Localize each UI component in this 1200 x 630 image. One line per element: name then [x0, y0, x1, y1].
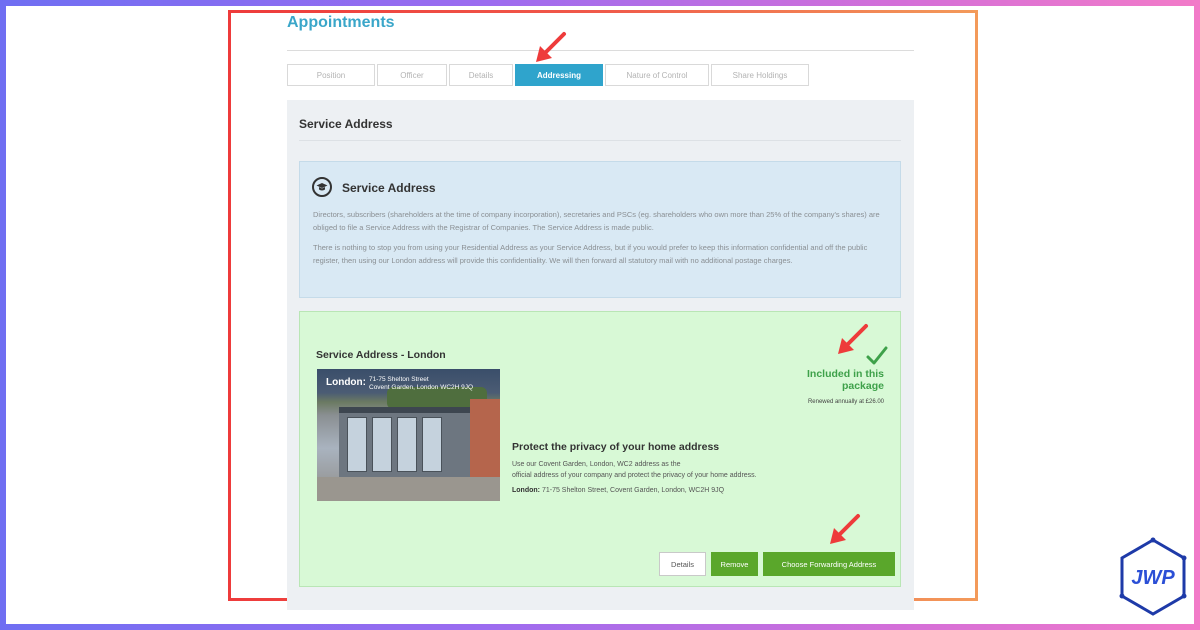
tab-addressing[interactable]: Addressing [515, 64, 603, 86]
protect-privacy-text: Use our Covent Garden, London, WC2 addre… [512, 459, 842, 481]
photo-address-line-2: Covent Garden, London WC2H 9JQ [369, 384, 474, 391]
photo-address-line-1: 71-75 Shelton Street [369, 376, 429, 383]
annotation-arrow-icon [838, 324, 868, 354]
annotation-arrow-icon [536, 32, 566, 62]
section-divider [299, 140, 901, 141]
tab-details[interactable]: Details [449, 64, 513, 86]
renewal-price: Renewed annually at £26.00 [807, 399, 884, 405]
tab-position[interactable]: Position [287, 64, 375, 86]
page-title: Appointments [287, 14, 395, 31]
photo-window [422, 417, 442, 472]
protect-text-line-1: Use our Covent Garden, London, WC2 addre… [512, 461, 681, 468]
photo-address: 71-75 Shelton Street Covent Garden, Lond… [369, 376, 473, 392]
info-box-title: Service Address [342, 181, 436, 195]
action-buttons: Details Remove Choose Forwarding Address [654, 552, 895, 576]
protect-text-line-2: official address of your company and pro… [512, 472, 757, 479]
appointments-app: Appointments Position Officer Details Ad… [287, 0, 914, 630]
title-divider [287, 50, 914, 51]
address-value: 71-75 Shelton Street, Covent Garden, Lon… [541, 487, 725, 494]
service-address-info-box: Service Address Directors, subscribers (… [299, 161, 901, 298]
tab-officer[interactable]: Officer [377, 64, 447, 86]
remove-button[interactable]: Remove [711, 552, 758, 576]
address-label: London: [512, 487, 540, 494]
photo-window [397, 417, 417, 472]
graduation-cap-icon [312, 177, 332, 197]
info-paragraph-2: There is nothing to stop you from using … [313, 243, 868, 265]
protect-privacy-heading: Protect the privacy of your home address [512, 441, 720, 453]
annotation-arrow-icon [830, 514, 860, 544]
service-address-london-card: Service Address - London London: 71-75 S… [299, 311, 901, 587]
tab-bar: Position Officer Details Addressing Natu… [287, 64, 811, 86]
photo-window [347, 417, 367, 472]
photo-window [372, 417, 392, 472]
tab-nature-of-control[interactable]: Nature of Control [605, 64, 709, 86]
jwp-logo: JWP [1119, 537, 1187, 616]
photo-city-label: London: [326, 377, 366, 388]
section-title: Service Address [299, 117, 393, 131]
office-photo: London: 71-75 Shelton Street Covent Gard… [317, 369, 500, 501]
addressing-panel: Service Address Service Address Director… [287, 100, 914, 610]
offer-title: Service Address - London [316, 349, 446, 361]
details-button[interactable]: Details [659, 552, 706, 576]
logo-text: JWP [1131, 567, 1175, 589]
london-address-line: London: 71-75 Shelton Street, Covent Gar… [512, 487, 724, 494]
photo-pavement [317, 477, 500, 501]
included-in-package-label: Included in this package [806, 368, 884, 392]
choose-forwarding-address-button[interactable]: Choose Forwarding Address [763, 552, 895, 576]
tab-share-holdings[interactable]: Share Holdings [711, 64, 809, 86]
info-paragraph-1: Directors, subscribers (shareholders at … [313, 210, 880, 232]
